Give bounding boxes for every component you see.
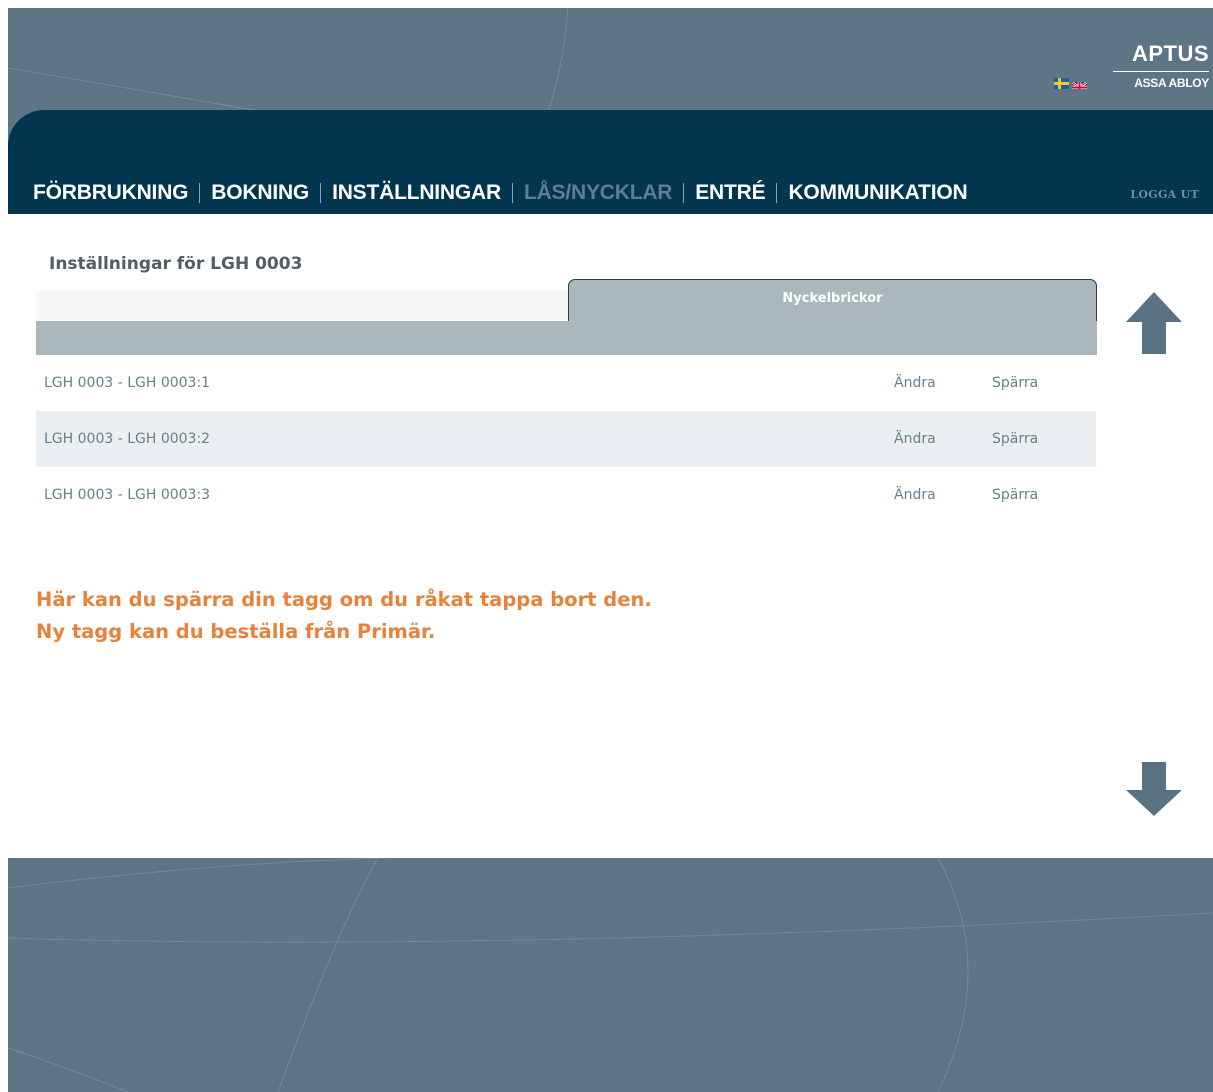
header-bar: FÖRBRUKNING BOKNING INSTÄLLNINGAR LÅS/NY… (8, 110, 1213, 214)
nav-item-entre[interactable]: ENTRÉ (695, 181, 765, 205)
page-title: Inställningar för LGH 0003 (49, 254, 303, 274)
tab-strip: Nyckelbrickor (36, 279, 1097, 355)
block-key-link[interactable]: Spärra (992, 487, 1096, 503)
arrow-up-icon[interactable] (1126, 292, 1182, 354)
key-label: LGH 0003 - LGH 0003:2 (44, 431, 211, 447)
tab-nyckelbrickor[interactable]: Nyckelbrickor (568, 279, 1097, 322)
edit-key-link[interactable]: Ändra (894, 487, 992, 503)
help-note-line-2: Ny tagg kan du beställa från Primär. (36, 620, 436, 643)
logo-aptus-text: APTUS (1131, 41, 1209, 66)
key-row: LGH 0003 - LGH 0003:2 Ändra Spärra (36, 411, 1096, 467)
nav-separator (776, 183, 778, 203)
block-key-link[interactable]: Spärra (992, 375, 1096, 391)
nav-item-installningar[interactable]: INSTÄLLNINGAR (332, 181, 501, 205)
nav-separator (511, 183, 513, 203)
key-label: LGH 0003 - LGH 0003:3 (44, 487, 211, 503)
nav-item-forbrukning[interactable]: FÖRBRUKNING (33, 181, 188, 205)
nav-separator (199, 183, 201, 203)
content-panel: Inställningar för LGH 0003 Nyckelbrickor… (8, 214, 1213, 858)
edit-key-link[interactable]: Ändra (894, 375, 992, 391)
logout-link[interactable]: LOGGA UT (1130, 188, 1199, 201)
key-row: LGH 0003 - LGH 0003:3 Ändra Spärra (36, 467, 1096, 523)
sweden-flag-icon[interactable] (1054, 78, 1069, 89)
language-switcher (1054, 78, 1087, 89)
arrow-down-icon[interactable] (1126, 762, 1182, 816)
nav-separator (683, 183, 685, 203)
nav-item-bokning[interactable]: BOKNING (211, 181, 309, 205)
tab-strip-blank (36, 291, 568, 322)
nav-item-kommunikation[interactable]: KOMMUNIKATION (788, 181, 967, 205)
logo-assa-abloy-text: ASSA ABLOY (1134, 76, 1209, 90)
logo-divider (1113, 71, 1209, 72)
help-note: Här kan du spärra din tagg om du råkat t… (36, 584, 652, 648)
tab-content-header-bar (36, 321, 1097, 355)
help-note-line-1: Här kan du spärra din tagg om du råkat t… (36, 588, 652, 611)
nav-separator (320, 183, 322, 203)
block-key-link[interactable]: Spärra (992, 431, 1096, 447)
key-row: LGH 0003 - LGH 0003:1 Ändra Spärra (36, 355, 1096, 411)
aptus-logo: APTUS ASSA ABLOY (1109, 42, 1209, 90)
nav-item-las-nycklar-active[interactable]: LÅS/NYCKLAR (524, 181, 672, 205)
main-nav: FÖRBRUKNING BOKNING INSTÄLLNINGAR LÅS/NY… (33, 180, 968, 206)
edit-key-link[interactable]: Ändra (894, 431, 992, 447)
key-label: LGH 0003 - LGH 0003:1 (44, 375, 211, 391)
uk-flag-icon[interactable] (1072, 78, 1087, 89)
key-list: LGH 0003 - LGH 0003:1 Ändra Spärra LGH 0… (36, 355, 1096, 523)
